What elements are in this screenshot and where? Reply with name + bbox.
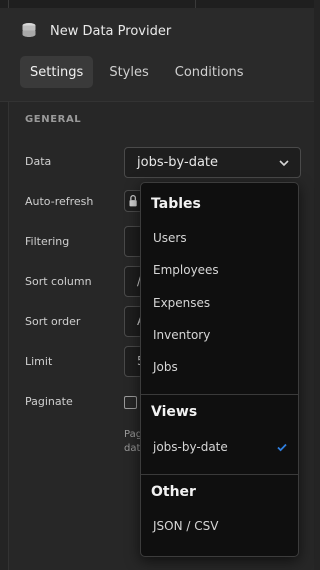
group-title-other: Other xyxy=(151,484,196,500)
menu-divider xyxy=(141,394,298,395)
menu-item-expenses[interactable]: Expenses xyxy=(141,289,298,317)
page-title: New Data Provider xyxy=(50,23,172,39)
panel-header: New Data Provider Settings Styles Condit… xyxy=(0,8,314,102)
menu-item-jobs-by-date[interactable]: jobs-by-date xyxy=(141,433,298,461)
title-row: New Data Provider xyxy=(20,22,171,40)
chevron-down-icon xyxy=(279,160,289,167)
label-auto-refresh: Auto-refresh xyxy=(25,195,94,208)
menu-item-users[interactable]: Users xyxy=(141,224,298,252)
tab-conditions[interactable]: Conditions xyxy=(165,56,254,88)
menu-item-employees[interactable]: Employees xyxy=(141,256,298,284)
divider xyxy=(8,0,9,8)
label-data: Data xyxy=(25,155,52,168)
label-sort-column: Sort column xyxy=(25,275,92,288)
label-sort-order: Sort order xyxy=(25,315,81,328)
menu-item-label: jobs-by-date xyxy=(153,440,228,454)
label-filtering: Filtering xyxy=(25,235,70,248)
group-title-views: Views xyxy=(151,404,198,420)
database-icon xyxy=(22,23,36,37)
menu-item-inventory[interactable]: Inventory xyxy=(141,321,298,349)
group-title-tables: Tables xyxy=(151,196,201,212)
tab-styles[interactable]: Styles xyxy=(99,56,158,88)
divider xyxy=(195,0,196,8)
label-paginate: Paginate xyxy=(25,395,73,408)
top-strip xyxy=(0,0,314,8)
tab-bar: Settings Styles Conditions xyxy=(20,56,260,88)
data-select-value: jobs-by-date xyxy=(137,155,219,170)
menu-divider xyxy=(141,474,298,475)
menu-item-json-csv[interactable]: JSON / CSV xyxy=(141,512,298,540)
menu-item-jobs[interactable]: Jobs xyxy=(141,353,298,381)
tab-settings[interactable]: Settings xyxy=(20,56,94,88)
label-limit: Limit xyxy=(25,355,53,368)
checkmark-icon xyxy=(277,443,287,452)
data-dropdown-menu: Tables Users Employees Expenses Inventor… xyxy=(140,182,299,557)
data-select[interactable]: jobs-by-date xyxy=(124,147,301,178)
section-title-general: GENERAL xyxy=(25,114,82,125)
paginate-checkbox[interactable] xyxy=(124,396,137,409)
